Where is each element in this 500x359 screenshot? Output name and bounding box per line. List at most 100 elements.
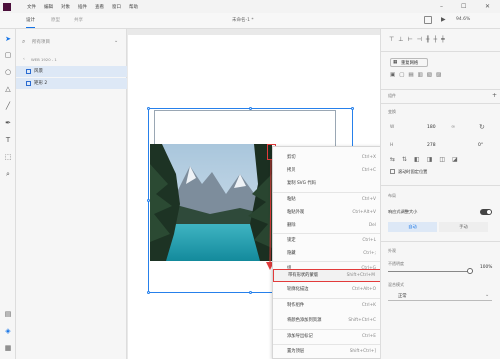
menu-item-hide[interactable]: 隐藏 Ctrl+; — [273, 248, 381, 259]
menu-item-copy-svg[interactable]: 复制 SVG 代码 — [273, 178, 381, 189]
opacity-slider-thumb[interactable] — [467, 268, 473, 274]
auto-button[interactable]: 自动 — [388, 222, 437, 232]
menu-item-cut[interactable]: 剪切 Ctrl+X — [273, 152, 381, 163]
landscape-image[interactable] — [150, 144, 272, 261]
checkbox[interactable] — [390, 169, 395, 174]
menu-item-bring-to-front[interactable]: 置为顶层 Shift+Ctrl+] — [273, 346, 381, 357]
menu-item-mask-with-shape[interactable]: 带有形状的蒙版 Shift+Ctrl+M — [273, 269, 381, 282]
blend-mode-value: 正常 — [398, 294, 407, 299]
menu-item-copy[interactable]: 拷贝 Ctrl+C — [273, 165, 381, 176]
responsive-toggle[interactable] — [480, 209, 492, 215]
menu-separator — [273, 344, 381, 345]
transform-label: 变换 — [388, 109, 396, 114]
menu-window[interactable]: 窗口 — [112, 4, 121, 10]
artboard-label: WEB 1920 - 1 — [31, 57, 57, 62]
menu-item-lock[interactable]: 锁定 Ctrl+L — [273, 235, 381, 246]
tab-prototype[interactable]: 原型 — [51, 17, 60, 23]
app-logo — [3, 2, 11, 11]
play-icon[interactable]: ▶ — [441, 16, 446, 23]
close-button[interactable]: ✕ — [485, 3, 490, 10]
opacity-value[interactable]: 100% — [480, 265, 492, 270]
document-title: 未命名-1 * — [232, 18, 254, 23]
maximize-button[interactable]: ☐ — [461, 3, 466, 10]
manual-button[interactable]: 手动 — [439, 222, 488, 232]
appearance-label: 外观 — [388, 248, 396, 253]
rotation-value[interactable]: 0° — [478, 143, 483, 148]
resize-handle[interactable] — [351, 107, 354, 110]
align-icons-row[interactable]: ⊤⊥⊢⊣╫┼╪ — [389, 36, 495, 46]
height-label: H — [390, 143, 394, 148]
flip-icons[interactable]: ⇆⇅◧◨◫◪ — [390, 156, 465, 163]
rotate-icon[interactable]: ↻ — [479, 123, 485, 131]
tab-bar: 设计 原型 共享 未命名-1 * ▶ 94.6% — [0, 13, 500, 29]
ellipse-tool-icon[interactable]: ○ — [4, 68, 12, 76]
lock-icon[interactable]: ∞ — [451, 124, 455, 130]
menu-edit[interactable]: 编辑 — [44, 4, 53, 10]
add-icon[interactable]: + — [492, 92, 497, 99]
menu-file[interactable]: 文件 — [27, 4, 36, 10]
menu-item-mark-for-export[interactable]: 添加导出标记 Ctrl+E — [273, 331, 381, 342]
layers-icon[interactable]: ◈ — [4, 327, 12, 335]
polygon-tool-icon[interactable]: △ — [4, 85, 12, 93]
width-value[interactable]: 180 — [427, 125, 436, 130]
layer-label: 矩形 2 — [34, 81, 48, 86]
layer-label: 风景 — [34, 69, 43, 74]
width-label: W — [390, 125, 395, 130]
search-placeholder: 所有项目 — [32, 40, 50, 45]
resize-handle[interactable] — [249, 107, 252, 110]
menu-plugins[interactable]: 插件 — [78, 4, 87, 10]
minimize-button[interactable]: – — [440, 3, 443, 10]
menu-item-outline-stroke[interactable]: 轮廓化描边 Ctrl+Alt+O — [273, 284, 381, 295]
menu-object[interactable]: 对象 — [61, 4, 70, 10]
resize-handle[interactable] — [147, 107, 150, 110]
opacity-slider[interactable] — [388, 271, 471, 272]
tab-share[interactable]: 共享 — [74, 17, 83, 23]
layer-row-rectangle[interactable]: 矩形 2 — [16, 78, 127, 89]
zoom-tool-icon[interactable]: ⌕ — [4, 170, 12, 178]
tool-bar: ➤ ▢ ○ △ ╱ ✒ T ⬚ ⌕ ▤ ◈ ▦ — [0, 29, 16, 359]
responsive-resize-label: 响应式调整大小 — [388, 209, 418, 214]
artboard-row[interactable]: ‹ WEB 1920 - 1 — [16, 54, 127, 65]
boolean-ops-icons[interactable]: ▣▢▤▥▧▨ — [390, 72, 445, 78]
menu-item-add-color-to-assets[interactable]: 将颜色添加到资源 Shift+Ctrl+C — [273, 315, 381, 326]
menu-help[interactable]: 帮助 — [129, 4, 138, 10]
divider — [381, 103, 500, 104]
search-icon: ⌕ — [22, 38, 26, 45]
pen-tool-icon[interactable]: ✒ — [4, 119, 12, 127]
grid-icon: ▦ — [393, 60, 398, 65]
text-tool-icon[interactable]: T — [4, 136, 12, 144]
menu-item-make-component[interactable]: 制作组件 Ctrl+K — [273, 300, 381, 311]
menu-item-delete[interactable]: 删除 Del — [273, 220, 381, 231]
toggle-knob — [487, 210, 491, 214]
tab-design[interactable]: 设计 — [26, 17, 35, 28]
menu-separator — [273, 192, 381, 193]
back-arrow-icon: ‹ — [23, 57, 25, 62]
blend-mode-select[interactable]: 正常 ⌄ — [388, 291, 492, 301]
resize-handle[interactable] — [249, 291, 252, 294]
zoom-level[interactable]: 94.6% — [456, 17, 470, 22]
mobile-preview-icon[interactable] — [424, 16, 432, 24]
plugins-icon[interactable]: ▦ — [4, 344, 12, 352]
resize-handle[interactable] — [147, 291, 150, 294]
rectangle-tool-icon[interactable]: ▢ — [4, 51, 12, 59]
repeat-grid-button[interactable]: ▦ 重复网格 — [390, 58, 428, 67]
divider — [381, 89, 500, 90]
scroll-fixed-label: 滚动时固定位置 — [398, 169, 428, 174]
rectangle-layer-icon — [26, 81, 31, 86]
layers-panel: ⌕ 所有项目 ⌄ ‹ WEB 1920 - 1 风景 矩形 2 — [16, 29, 127, 359]
menu-item-paste-appearance[interactable]: 粘贴外观 Ctrl+Alt+V — [273, 207, 381, 218]
select-tool-icon[interactable]: ➤ — [4, 35, 12, 43]
height-value[interactable]: 278 — [427, 143, 436, 148]
libraries-icon[interactable]: ▤ — [4, 310, 12, 318]
menu-item-paste[interactable]: 粘贴 Ctrl+V — [273, 194, 381, 205]
artboard-tool-icon[interactable]: ⬚ — [4, 153, 12, 161]
chevron-down-icon: ⌄ — [485, 292, 490, 298]
layer-row-landscape[interactable]: 风景 — [16, 66, 127, 77]
menu-view[interactable]: 查看 — [95, 4, 104, 10]
chevron-down-icon[interactable]: ⌄ — [114, 38, 118, 44]
layout-label: 布局 — [388, 193, 396, 198]
search-field[interactable]: ⌕ 所有项目 ⌄ — [22, 36, 120, 47]
menu-separator — [273, 261, 381, 262]
line-tool-icon[interactable]: ╱ — [4, 102, 12, 110]
property-inspector: ⊤⊥⊢⊣╫┼╪ ▦ 重复网格 ▣▢▤▥▧▨ 组件 + 变换 W 180 ∞ ↻ … — [380, 29, 500, 359]
